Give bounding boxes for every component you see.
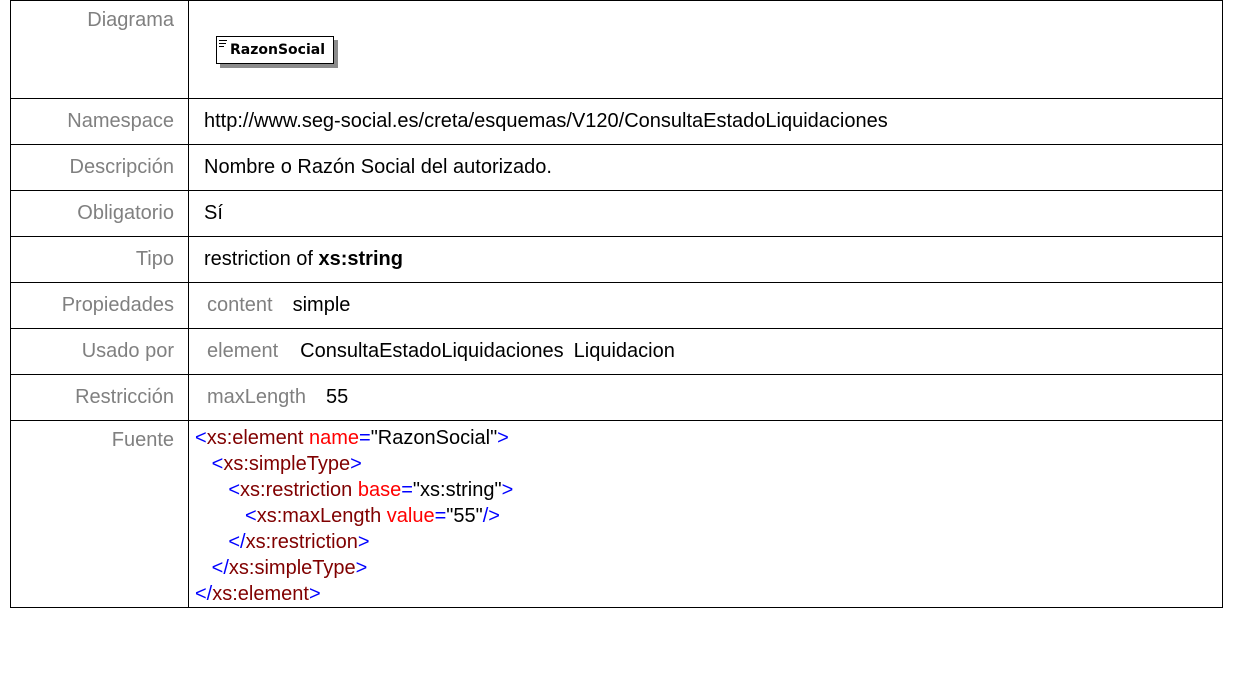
code-tag: xs:maxLength bbox=[256, 505, 382, 527]
properties-key: content bbox=[207, 294, 273, 316]
source-line: <xs:restriction base="xs:string"> bbox=[195, 477, 1222, 503]
code-tag: xs:simpleType bbox=[228, 557, 356, 579]
label-restriction: Restricción bbox=[10, 374, 189, 421]
label-diagram: Diagrama bbox=[10, 0, 189, 99]
restriction-key: maxLength bbox=[207, 386, 306, 408]
code-tag: xs:restriction bbox=[245, 531, 358, 553]
source-line: </xs:simpleType> bbox=[195, 555, 1222, 581]
type-prefix: restriction of bbox=[204, 248, 319, 270]
row-description: Descripción Nombre o Razón Social del au… bbox=[10, 144, 1223, 191]
code-attr-value: "xs:string" bbox=[412, 479, 502, 501]
label-namespace: Namespace bbox=[10, 98, 189, 145]
code-bracket-open: </ bbox=[228, 531, 246, 553]
restriction-value: maxLength 55 bbox=[188, 374, 1223, 421]
code-eq: = bbox=[434, 505, 447, 527]
code-tag: xs:element bbox=[206, 427, 304, 449]
code-bracket-open: < bbox=[211, 453, 224, 475]
code-bracket-open: </ bbox=[195, 583, 213, 605]
label-used-by: Usado por bbox=[10, 328, 189, 375]
code-bracket-close: > bbox=[350, 453, 362, 475]
code-bracket-close: > bbox=[497, 427, 509, 449]
used-by-link-0[interactable]: ConsultaEstadoLiquidaciones bbox=[300, 340, 564, 362]
code-attr: name bbox=[308, 427, 359, 449]
code-eq: = bbox=[359, 427, 371, 449]
code-bracket-close: > bbox=[501, 479, 514, 501]
element-diagram[interactable]: RazonSocial bbox=[216, 35, 335, 64]
schema-doc-table: Diagrama RazonSocial Namespace http://ww… bbox=[10, 0, 1223, 608]
restriction-val: 55 bbox=[325, 386, 349, 408]
code-bracket-open: </ bbox=[211, 557, 229, 579]
code-attr: value bbox=[386, 505, 435, 527]
properties-val: simple bbox=[292, 294, 351, 316]
row-diagram: Diagrama RazonSocial bbox=[10, 0, 1223, 99]
label-properties: Propiedades bbox=[10, 282, 189, 329]
element-node-name: RazonSocial bbox=[230, 41, 326, 58]
used-by-link-1[interactable]: Liquidacion bbox=[574, 340, 675, 362]
properties-value: content simple bbox=[188, 282, 1223, 329]
label-description: Descripción bbox=[10, 144, 189, 191]
code-attr-value: "RazonSocial" bbox=[370, 427, 498, 449]
code-tag: xs:simpleType bbox=[223, 453, 351, 475]
code-bracket-close: > bbox=[355, 557, 368, 579]
code-eq: = bbox=[401, 479, 413, 501]
element-node-razonsocial[interactable]: RazonSocial bbox=[216, 35, 335, 64]
code-attr-value: "55" bbox=[446, 505, 483, 527]
row-properties: Propiedades content simple bbox=[10, 282, 1223, 329]
code-tag: xs:element bbox=[212, 583, 309, 605]
used-by-key: element bbox=[207, 340, 279, 362]
used-by-value: element ConsultaEstadoLiquidaciones Liquid… bbox=[188, 328, 1223, 375]
row-used-by: Usado por element ConsultaEstadoLiquidaci… bbox=[10, 328, 1223, 375]
code-bracket-open: < bbox=[195, 427, 207, 449]
row-restriction: Restricción maxLength 55 bbox=[10, 374, 1223, 421]
code-bracket-open: < bbox=[228, 479, 241, 501]
code-bracket-open: < bbox=[245, 505, 257, 527]
label-source: Fuente bbox=[10, 420, 189, 608]
source-code: <xs:element name="RazonSocial"> <xs:simp… bbox=[188, 420, 1223, 608]
required-value: Sí bbox=[188, 190, 1223, 237]
type-value: restriction of xs:string bbox=[188, 236, 1223, 283]
row-source: Fuente <xs:element name="RazonSocial"> <… bbox=[10, 420, 1223, 608]
source-line: <xs:maxLength value="55"/> bbox=[195, 503, 1222, 529]
element-lines-icon bbox=[219, 39, 227, 48]
description-value: Nombre o Razón Social del autorizado. bbox=[188, 144, 1223, 191]
label-type: Tipo bbox=[10, 236, 189, 283]
source-line: <xs:simpleType> bbox=[195, 451, 1222, 477]
diagram-cell: RazonSocial bbox=[188, 0, 1223, 99]
row-required: Obligatorio Sí bbox=[10, 190, 1223, 237]
code-bracket-close: > bbox=[308, 583, 321, 605]
code-tag: xs:restriction bbox=[240, 479, 353, 501]
row-type: Tipo restriction of xs:string bbox=[10, 236, 1223, 283]
code-bracket-close: > bbox=[357, 531, 370, 553]
code-bracket-close: /> bbox=[482, 505, 500, 527]
code-attr: base bbox=[357, 479, 402, 501]
type-base-link[interactable]: xs:string bbox=[318, 248, 402, 270]
source-line: </xs:element> bbox=[195, 581, 1222, 607]
row-namespace: Namespace http://www.seg-social.es/creta… bbox=[10, 98, 1223, 145]
namespace-value: http://www.seg-social.es/creta/esquemas/… bbox=[188, 98, 1223, 145]
source-line: </xs:restriction> bbox=[195, 529, 1222, 555]
label-required: Obligatorio bbox=[10, 190, 189, 237]
source-line: <xs:element name="RazonSocial"> bbox=[195, 425, 1222, 451]
